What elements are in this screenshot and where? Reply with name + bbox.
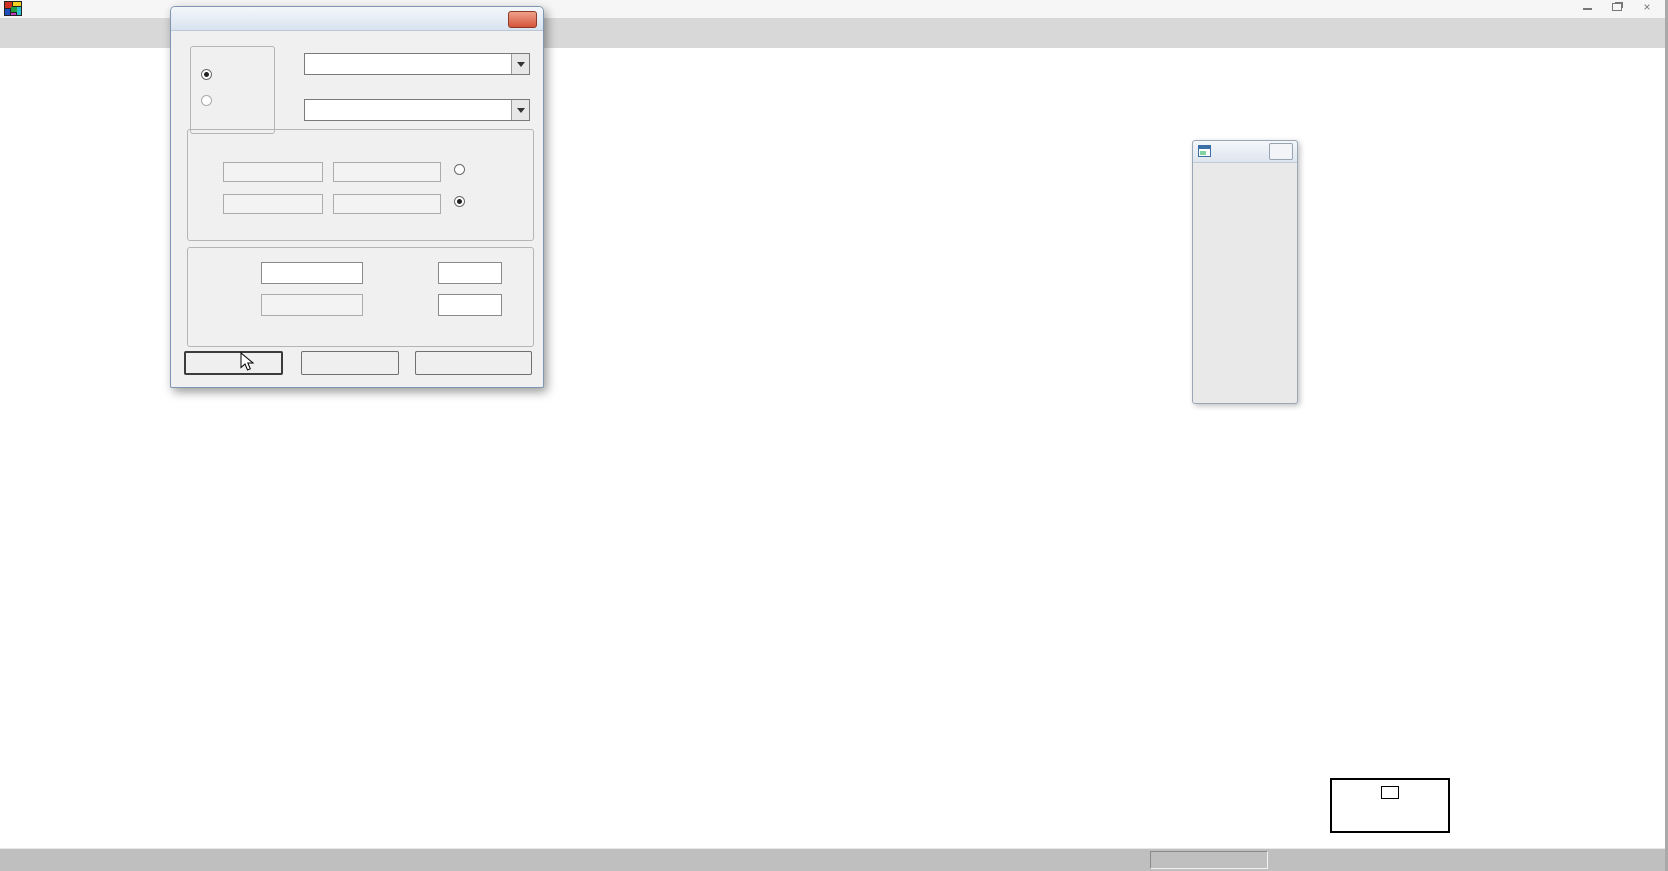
panel-titlebar[interactable] — [1193, 141, 1297, 163]
mode-point-radio[interactable] — [201, 95, 212, 106]
chevron-down-icon[interactable] — [511, 100, 529, 120]
expert-params-button[interactable] — [415, 351, 532, 375]
cancel-button[interactable] — [301, 351, 399, 375]
cols-field[interactable] — [438, 294, 502, 316]
modelvision-window: × — [0, 0, 1668, 871]
minimize-icon[interactable] — [1577, 1, 1597, 15]
panel-close-button[interactable] — [1269, 143, 1293, 160]
grid-channel-data-dialog — [170, 6, 544, 388]
y-max-field — [333, 194, 441, 214]
ok-button[interactable] — [184, 351, 283, 375]
special-tools-panel — [1192, 140, 1298, 404]
restore-icon[interactable] — [1607, 1, 1627, 15]
chevron-down-icon[interactable] — [511, 54, 529, 74]
legend-color-swatch — [1381, 786, 1399, 799]
status-coordinates — [1150, 851, 1268, 869]
app-icon — [4, 1, 22, 16]
grid-limits-groupbox — [187, 129, 534, 241]
limits-auto-radio[interactable] — [454, 196, 465, 207]
limits-manual-radio[interactable] — [454, 164, 465, 175]
y-min-field — [223, 194, 323, 214]
cell-size-field[interactable] — [261, 262, 363, 284]
panel-window-icon — [1198, 145, 1211, 157]
mouse-cursor — [240, 352, 254, 371]
dialog-close-button[interactable] — [508, 11, 537, 28]
channels-legend — [1330, 778, 1450, 833]
dialog-titlebar[interactable] — [171, 7, 543, 31]
rows-field[interactable] — [438, 262, 502, 284]
azimuth-field — [261, 294, 363, 316]
mode-groupbox — [190, 46, 275, 134]
output-grid-name-combo[interactable] — [304, 99, 530, 121]
channel-name-combo[interactable] — [304, 53, 530, 75]
window-controls: × — [1577, 1, 1657, 15]
close-icon[interactable]: × — [1637, 1, 1657, 15]
status-bar — [0, 848, 1665, 871]
mode-line-radio[interactable] — [201, 69, 212, 80]
x-min-field — [223, 162, 323, 182]
x-max-field — [333, 162, 441, 182]
